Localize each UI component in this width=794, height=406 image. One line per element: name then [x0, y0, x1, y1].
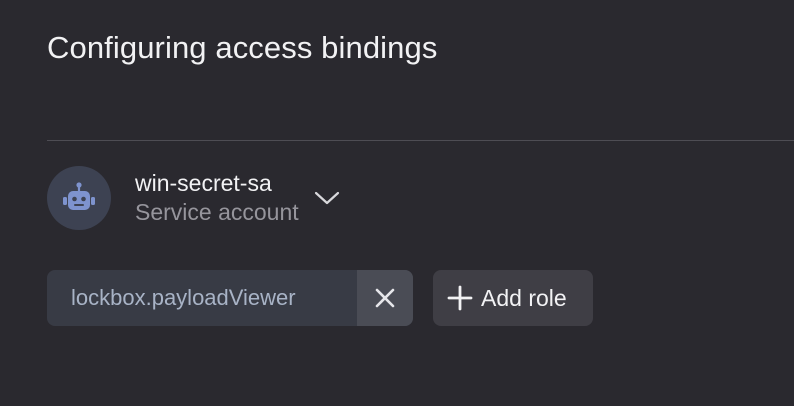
robot-icon	[63, 182, 95, 210]
remove-role-button[interactable]	[357, 270, 413, 326]
avatar	[47, 166, 111, 230]
role-chip: lockbox.payloadViewer	[47, 270, 413, 326]
subject-row: win-secret-sa Service account	[47, 166, 341, 230]
plus-icon	[447, 285, 473, 311]
page-title: Configuring access bindings	[47, 30, 438, 65]
subject-name: win-secret-sa	[135, 170, 272, 196]
chevron-down-icon	[314, 191, 339, 205]
add-role-button[interactable]: Add role	[433, 270, 593, 326]
expand-toggle[interactable]	[313, 184, 341, 212]
close-icon	[375, 288, 395, 308]
role-chip-label: lockbox.payloadViewer	[71, 285, 296, 310]
divider	[47, 140, 794, 141]
add-role-label: Add role	[481, 284, 567, 311]
subject-type: Service account	[135, 199, 299, 225]
subject-info: win-secret-sa Service account	[135, 169, 299, 227]
roles-row: lockbox.payloadViewer Add role	[47, 270, 593, 326]
